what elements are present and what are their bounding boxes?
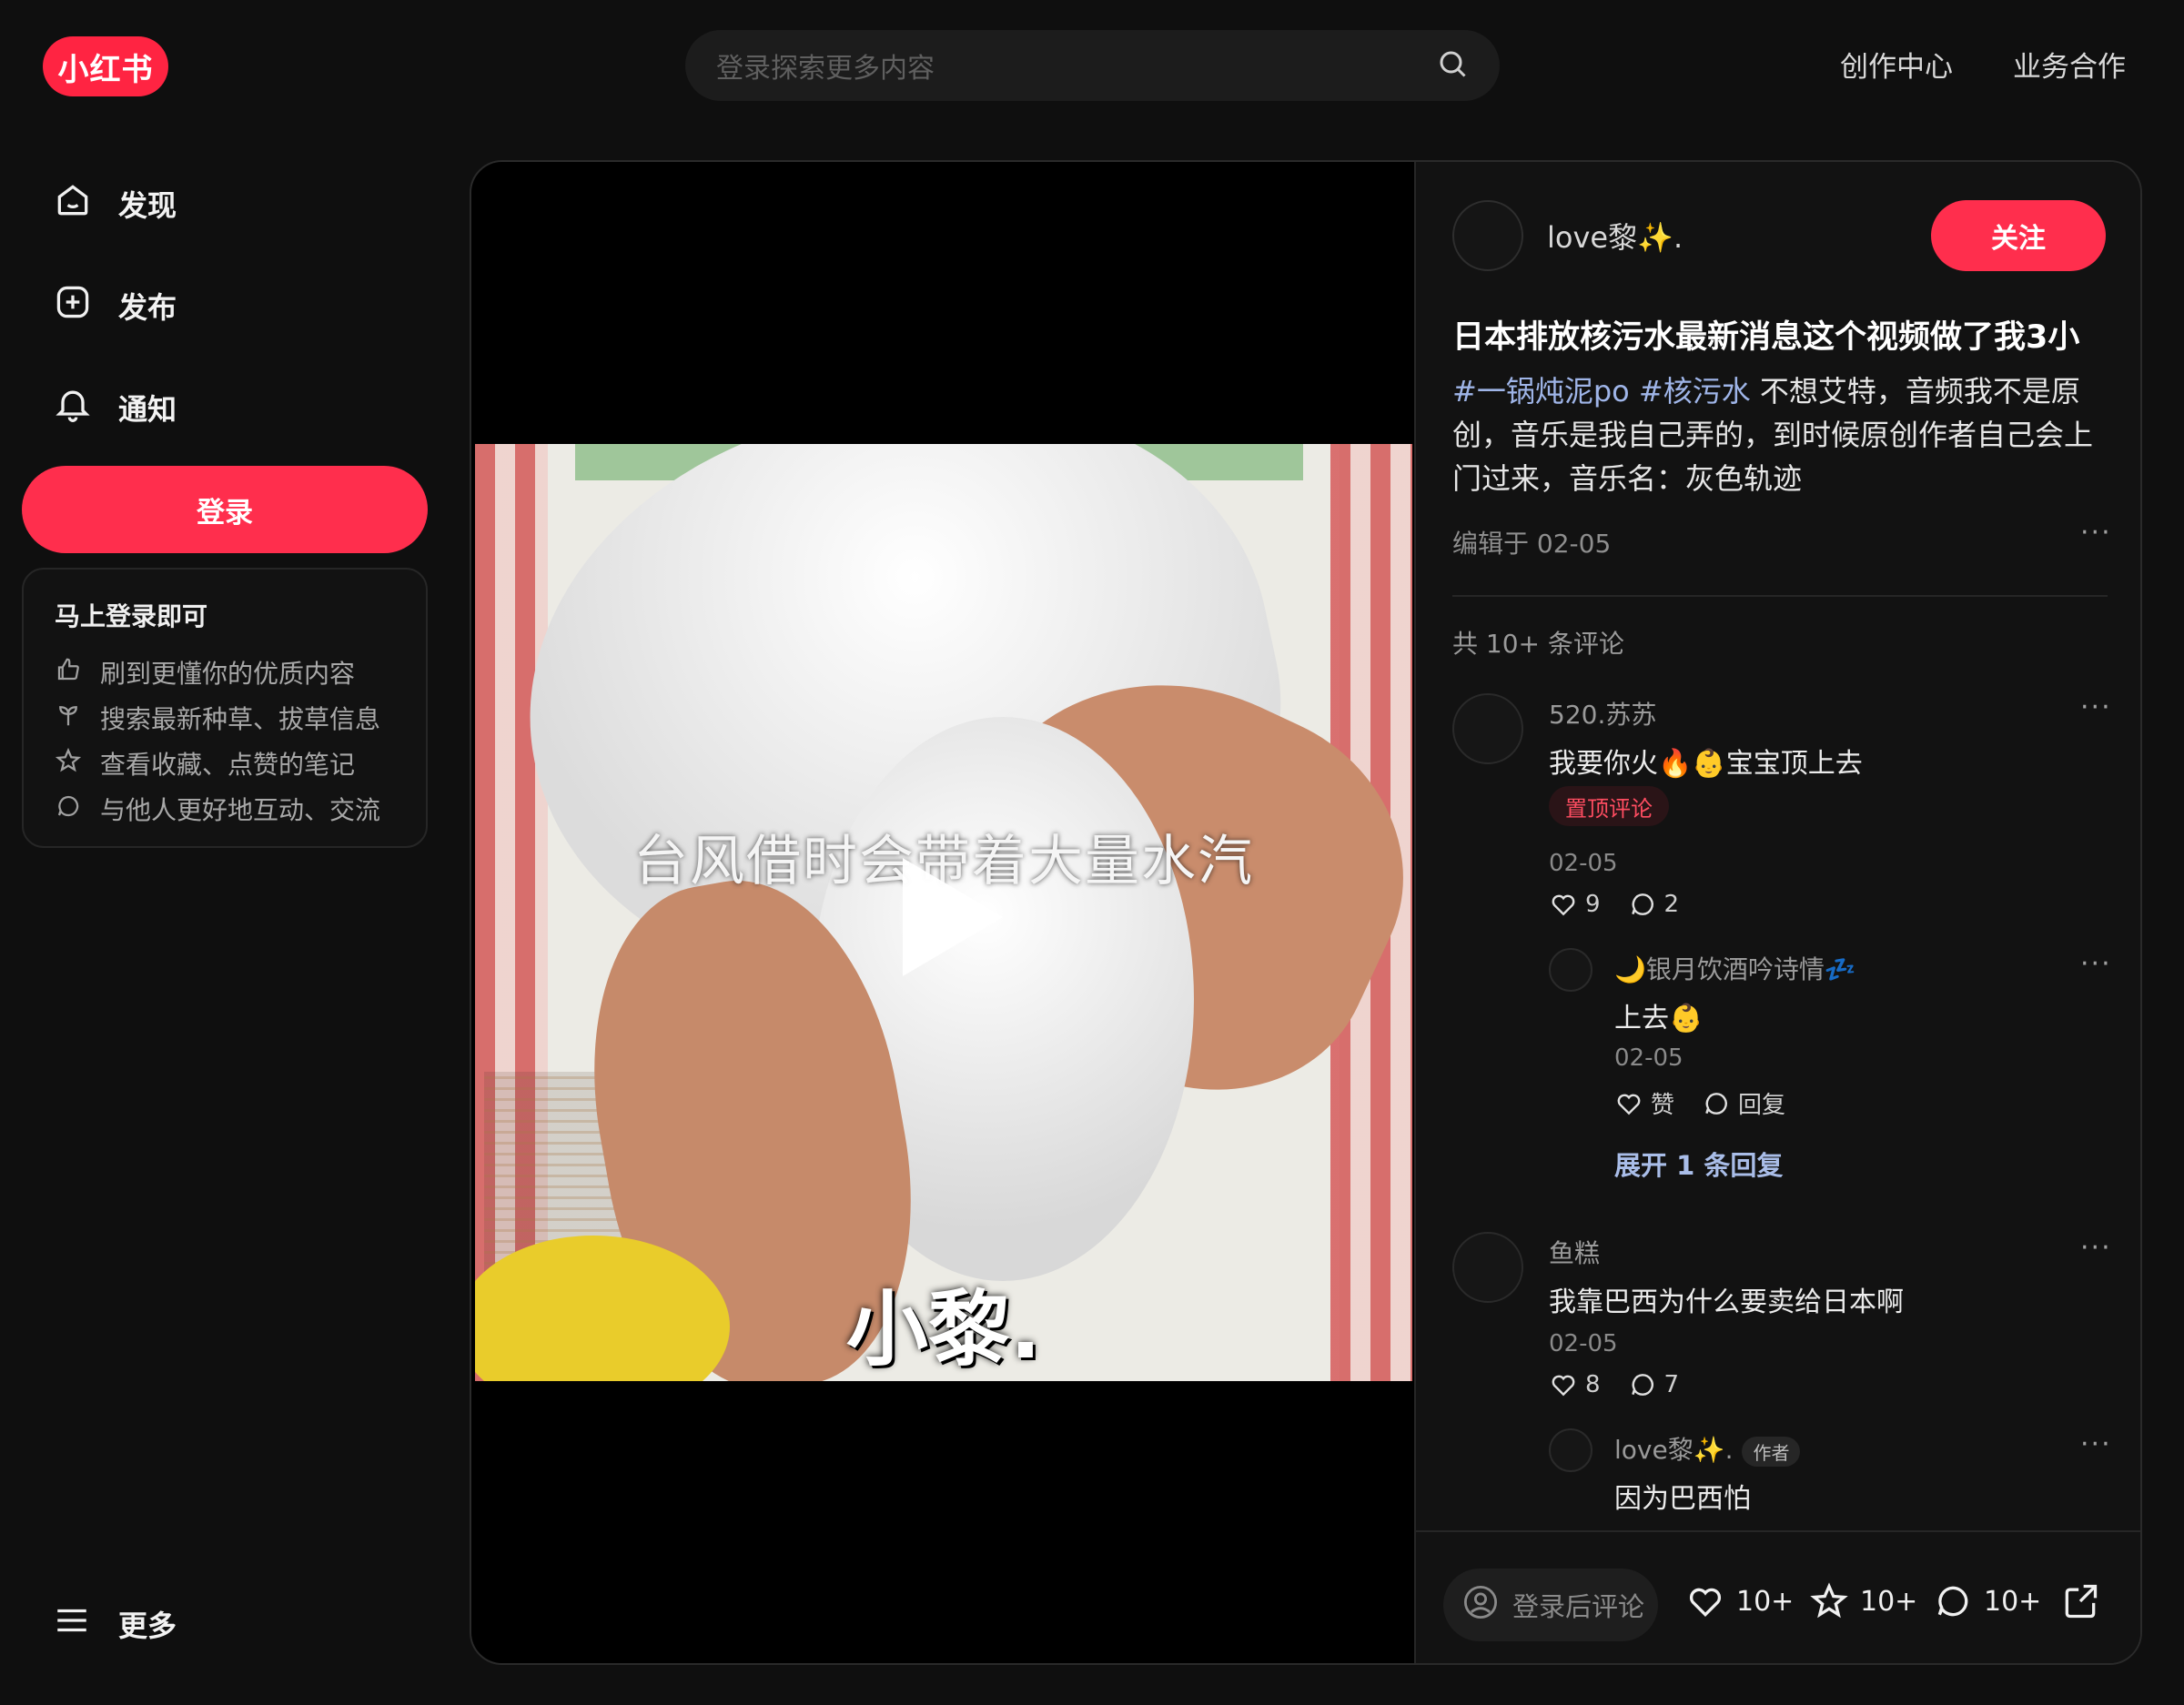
- sidebar-item-label: 发布: [118, 290, 177, 325]
- plus-square-icon: [53, 282, 93, 329]
- creator-center-link[interactable]: 创作中心: [1840, 44, 1953, 85]
- author-badge: 作者: [1742, 1436, 1801, 1467]
- video-player[interactable]: 台风借时会带着大量水汽 小黎.: [471, 162, 1414, 1663]
- note-info: love黎✨. 关注 日本排放核污水最新消息这个视频做了我3小 #一锅炖泥po …: [1414, 162, 2140, 1663]
- sprout-icon: [55, 701, 82, 735]
- menu-icon: [53, 1601, 91, 1647]
- comment-icon: [1631, 1374, 1653, 1396]
- comment-text: 我要你火🔥👶宝宝顶上去: [1549, 748, 1863, 780]
- more-options-icon[interactable]: ···: [2080, 948, 2112, 980]
- follow-button[interactable]: 关注: [1931, 200, 2106, 271]
- sidebar-item-notifications[interactable]: 通知: [22, 362, 427, 453]
- comment-actions: 9 2: [1549, 890, 1679, 919]
- benefit-row: 查看收藏、点赞的笔记: [55, 741, 426, 786]
- reply-actions: 赞 回复: [1614, 1086, 1785, 1120]
- thumb-up-icon: [55, 656, 82, 690]
- comment-text: 我靠巴西为什么要卖给日本啊: [1549, 1286, 1904, 1318]
- app-logo[interactable]: 小红书: [43, 36, 168, 96]
- reply-button[interactable]: 回复: [1702, 1086, 1785, 1120]
- reply-date: 02-05: [1614, 1044, 1684, 1072]
- reply-button[interactable]: 2: [1628, 890, 1679, 919]
- comment-icon: [1631, 893, 1653, 915]
- like-button[interactable]: 8: [1549, 1370, 1601, 1399]
- sidebar-item-label: 发现: [118, 188, 177, 223]
- author-info[interactable]: love黎✨.: [1452, 200, 1683, 271]
- avatar[interactable]: [1549, 948, 1592, 992]
- reply-author[interactable]: love黎✨. 作者: [1614, 1430, 1801, 1467]
- video-watermark: 小黎.: [845, 1282, 1042, 1377]
- avatar[interactable]: [1452, 200, 1523, 271]
- collect-button[interactable]: 10+: [1809, 1581, 1917, 1621]
- comment-date: 02-05: [1549, 850, 1618, 877]
- engagement-bar: 登录后评论 10+ 10+ 10+: [1416, 1530, 2140, 1663]
- like-button[interactable]: 赞: [1614, 1086, 1674, 1120]
- note-title: 日本排放核污水最新消息这个视频做了我3小: [1452, 319, 2080, 356]
- benefit-row: 刷到更懂你的优质内容: [55, 650, 426, 695]
- benefit-row: 搜索最新种草、拔草信息: [55, 695, 426, 741]
- business-link[interactable]: 业务合作: [2013, 44, 2126, 85]
- more-options-icon[interactable]: ···: [2080, 517, 2112, 549]
- top-links: 创作中心 业务合作: [1840, 44, 2126, 85]
- more-options-icon[interactable]: ···: [2080, 1232, 2112, 1264]
- reply-button[interactable]: 7: [1628, 1370, 1679, 1399]
- home-icon: [53, 180, 93, 227]
- sidebar-item-publish[interactable]: 发布: [22, 260, 427, 351]
- avatar[interactable]: [1452, 1232, 1523, 1303]
- bell-icon: [53, 384, 93, 431]
- heart-icon: [1617, 1094, 1641, 1115]
- heart-icon: [1552, 894, 1575, 916]
- note-description: #一锅炖泥po #核污水 不想艾特，音频我不是原创，音乐是我自己弄的，到时候原创…: [1452, 369, 2117, 500]
- share-button[interactable]: [2060, 1581, 2100, 1625]
- star-icon: [55, 747, 82, 781]
- avatar[interactable]: [1549, 1428, 1592, 1472]
- reply-text: 上去👶: [1614, 1003, 1704, 1034]
- heart-icon: [1552, 1375, 1575, 1397]
- reply-author[interactable]: 🌙银月饮酒吟诗情💤: [1614, 950, 1856, 986]
- sidebar-item-label: 通知: [118, 392, 177, 427]
- comment-actions: 8 7: [1549, 1370, 1679, 1399]
- more-options-icon[interactable]: ···: [2080, 1428, 2112, 1460]
- expand-replies-link[interactable]: 展开 1 条回复: [1614, 1145, 1783, 1183]
- comment-input[interactable]: 登录后评论: [1443, 1569, 1658, 1641]
- comment-button[interactable]: 10+: [1933, 1581, 2041, 1621]
- comment-date: 02-05: [1549, 1330, 1618, 1357]
- chat-icon: [55, 792, 82, 826]
- login-benefits-card: 马上登录即可 刷到更懂你的优质内容 搜索最新种草、拔草信息 查看收藏、点赞的笔记…: [22, 568, 428, 848]
- sidebar-more[interactable]: 更多: [53, 1601, 177, 1647]
- hashtag-link[interactable]: #一锅炖泥po: [1452, 374, 1630, 409]
- comment-count: 共 10+ 条评论: [1452, 629, 1624, 659]
- avatar[interactable]: [1452, 693, 1523, 764]
- note-detail-panel: 台风借时会带着大量水汽 小黎. love黎✨. 关注 日本排放核污水最新消息这个…: [470, 160, 2142, 1665]
- video-frame[interactable]: 台风借时会带着大量水汽 小黎.: [475, 444, 1412, 1381]
- benefit-row: 与他人更好地互动、交流: [55, 786, 426, 832]
- sidebar-item-discover[interactable]: 发现: [22, 158, 427, 249]
- pinned-badge: 置顶评论: [1549, 786, 1669, 826]
- search-bar[interactable]: 登录探索更多内容: [685, 30, 1500, 101]
- comment-author[interactable]: 520.苏苏: [1549, 695, 1656, 731]
- comment-icon: [1937, 1586, 1968, 1617]
- author-name[interactable]: love黎✨.: [1547, 215, 1683, 257]
- like-button[interactable]: 10+: [1685, 1581, 1794, 1621]
- more-options-icon[interactable]: ···: [2080, 691, 2112, 723]
- hashtag-link[interactable]: #核污水: [1639, 374, 1751, 409]
- login-button[interactable]: 登录: [22, 466, 428, 553]
- divider: [1452, 595, 2108, 597]
- search-placeholder[interactable]: 登录探索更多内容: [716, 45, 1436, 86]
- star-icon: [1810, 1582, 1848, 1619]
- edited-date: 编辑于 02-05: [1452, 529, 1612, 559]
- login-card-title: 马上登录即可: [55, 601, 208, 631]
- like-button[interactable]: 9: [1549, 890, 1601, 919]
- comment-author[interactable]: 鱼糕: [1549, 1234, 1600, 1270]
- heart-icon: [1690, 1588, 1721, 1618]
- share-icon: [2065, 1584, 2098, 1619]
- reply-text: 因为巴西怕: [1614, 1483, 1751, 1515]
- comment-icon: [1705, 1092, 1727, 1115]
- user-circle-icon: [1461, 1583, 1500, 1628]
- search-icon[interactable]: [1436, 47, 1469, 84]
- play-icon[interactable]: [903, 858, 1003, 976]
